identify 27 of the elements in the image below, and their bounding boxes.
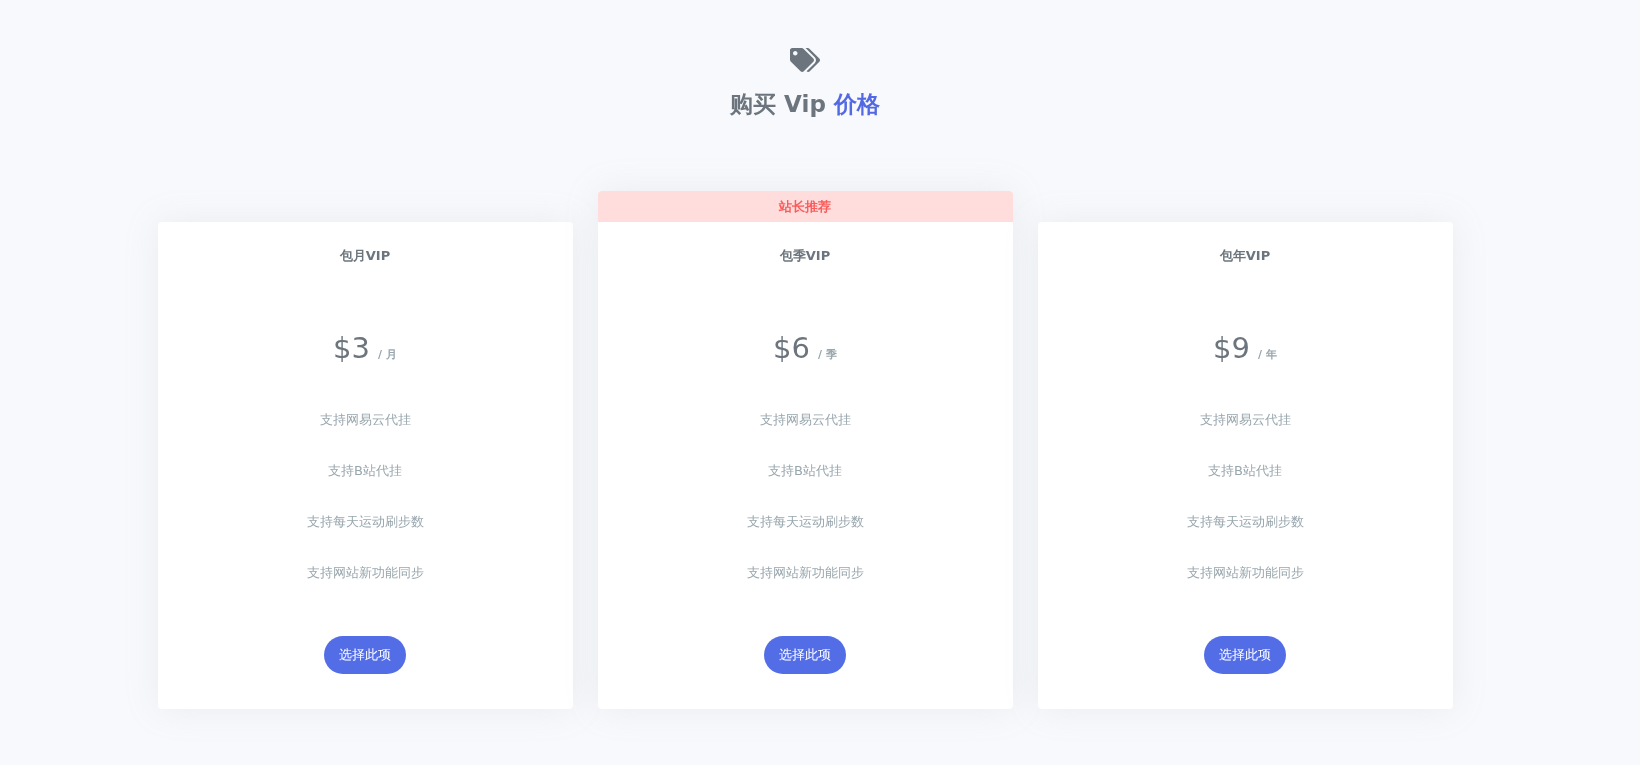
feature-text: 支持每天运动刷步数 <box>306 513 424 531</box>
select-button[interactable]: 选择此项 <box>764 636 846 674</box>
billing-period: / 年 <box>1258 347 1277 362</box>
feature-text: 支持B站代挂 <box>328 462 402 480</box>
plan-price: $3 <box>333 330 370 366</box>
feature-text: 支持网站新功能同步 <box>306 564 424 582</box>
plan-price: $9 <box>1213 330 1250 366</box>
page-title: 购买 Vip 价格 <box>730 90 880 119</box>
feature-text: 支持网站新功能同步 <box>746 564 864 582</box>
plan-name: 包季VIP <box>779 247 831 265</box>
feature-text: 支持每天运动刷步数 <box>746 513 864 531</box>
tags-icon <box>790 46 820 74</box>
select-button[interactable]: 选择此项 <box>324 636 406 674</box>
feature-text: 支持网易云代挂 <box>1199 411 1291 429</box>
feature-text: 支持网站新功能同步 <box>1186 564 1304 582</box>
billing-period: / 季 <box>818 347 837 362</box>
feature-text: 支持网易云代挂 <box>759 411 851 429</box>
plan-price: $6 <box>773 330 810 366</box>
feature-text: 支持B站代挂 <box>1208 462 1282 480</box>
recommended-badge: 站长推荐 <box>597 191 1013 222</box>
feature-text: 支持B站代挂 <box>768 462 842 480</box>
plan-name: 包月VIP <box>339 247 391 265</box>
plan-name: 包年VIP <box>1219 247 1271 265</box>
feature-text: 支持每天运动刷步数 <box>1186 513 1304 531</box>
select-button[interactable]: 选择此项 <box>1204 636 1286 674</box>
feature-text: 支持网易云代挂 <box>319 411 411 429</box>
billing-period: / 月 <box>378 347 397 362</box>
